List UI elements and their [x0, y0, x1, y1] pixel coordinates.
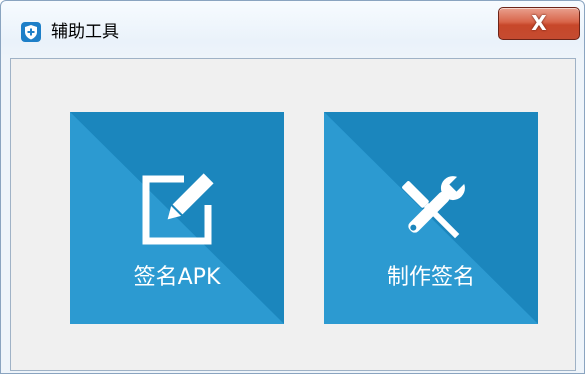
- title-bar[interactable]: 辅助工具 X: [1, 1, 584, 57]
- close-button[interactable]: X: [498, 7, 580, 40]
- close-icon: X: [531, 11, 547, 35]
- shield-icon: [21, 22, 41, 42]
- window-title: 辅助工具: [51, 22, 119, 42]
- tools-icon: [402, 174, 467, 239]
- sign-apk-label: 签名APK: [133, 265, 221, 290]
- client-area: 签名APK 制作签名: [10, 58, 576, 371]
- sign-apk-button[interactable]: 签名APK: [70, 112, 284, 324]
- make-signature-label: 制作签名: [386, 265, 475, 290]
- make-signature-button[interactable]: 制作签名: [324, 112, 538, 324]
- edit-icon: [142, 173, 214, 245]
- dialog-window: 辅助工具 X 签名APK 制作签名: [0, 0, 585, 374]
